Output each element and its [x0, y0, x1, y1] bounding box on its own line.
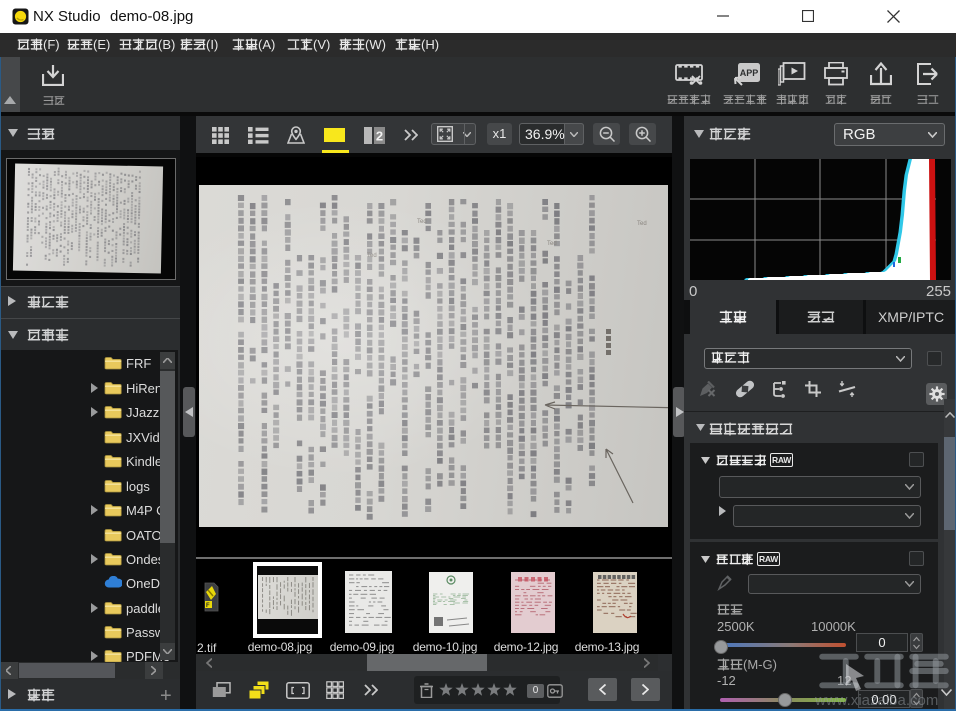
svg-text:F: F — [206, 603, 210, 609]
svg-text:APP: APP — [740, 68, 759, 78]
svg-text:2: 2 — [376, 129, 383, 144]
